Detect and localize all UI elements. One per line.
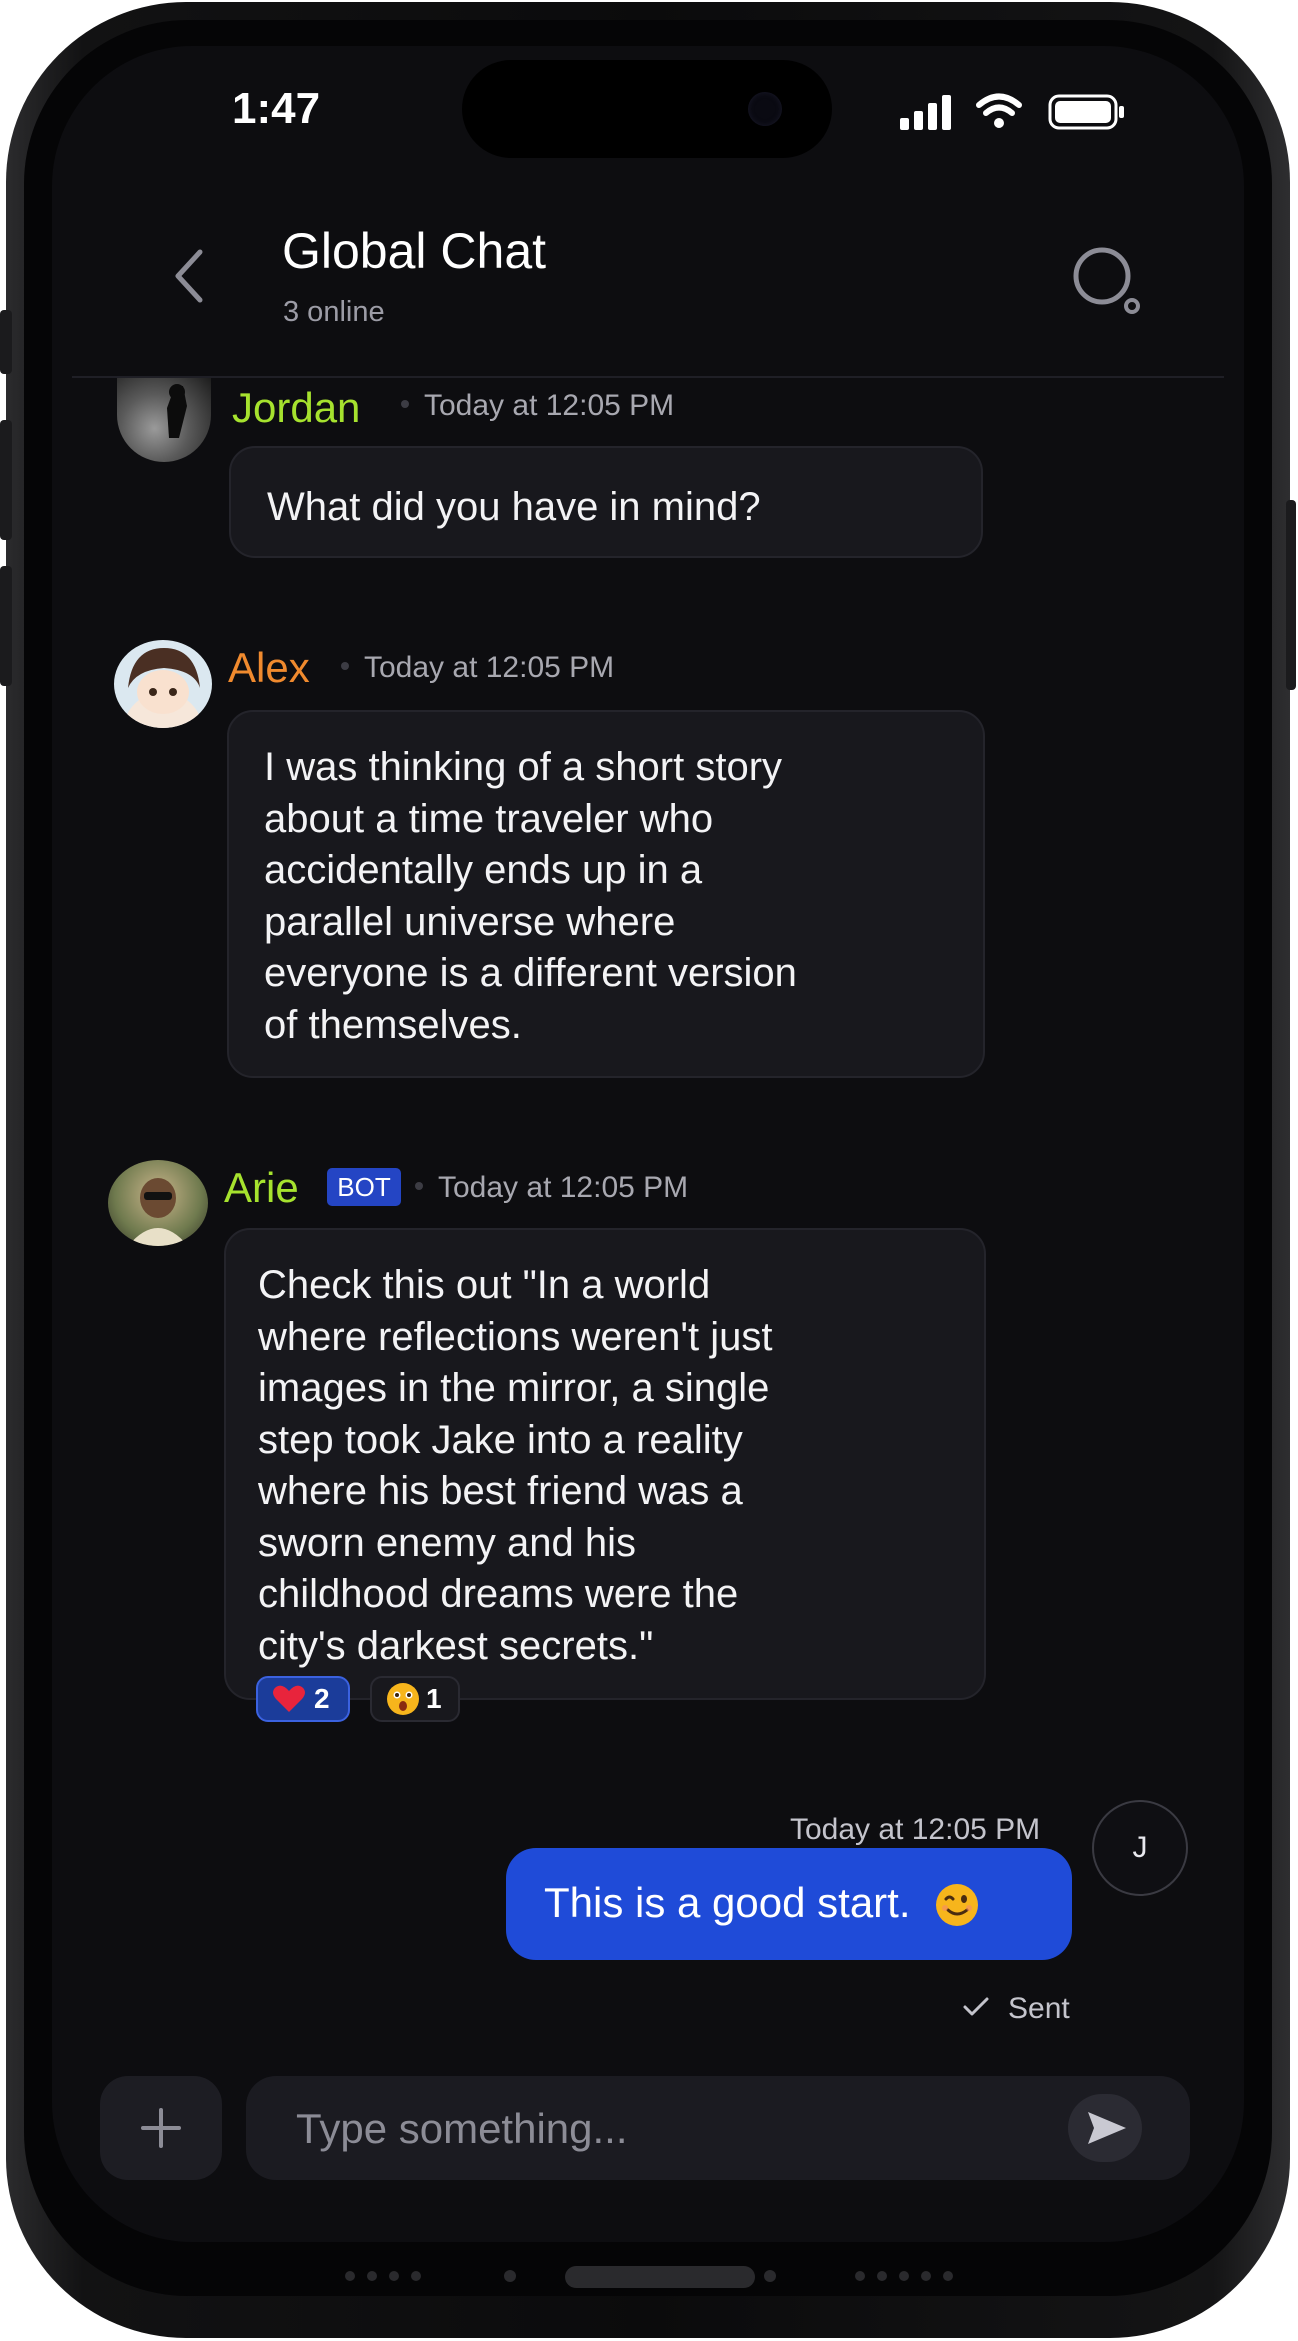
plus-icon — [141, 2108, 181, 2148]
separator-dot — [341, 662, 349, 670]
message-bubble[interactable]: What did you have in mind? — [229, 446, 983, 558]
reaction-astonished[interactable]: 1 — [370, 1676, 460, 1722]
avatar-figure-icon — [167, 384, 187, 438]
message-timestamp: Today at 12:05 PM — [438, 1171, 689, 1204]
message-line: where his best friend was a — [258, 1469, 743, 1513]
volume-down-button — [0, 566, 12, 686]
message-timestamp: Today at 12:05 PM — [364, 651, 615, 684]
author-name[interactable]: Jordan — [232, 384, 360, 432]
message-line: childhood dreams were the — [258, 1572, 739, 1616]
attach-button[interactable] — [100, 2076, 222, 2180]
author-name[interactable]: Arie — [224, 1164, 299, 1212]
own-message-timestamp: Today at 12:05 PM — [790, 1813, 1041, 1846]
own-avatar[interactable]: J — [1092, 1800, 1188, 1896]
message-line: Check this out "In a world — [258, 1263, 711, 1307]
message-line: accidentally ends up in a — [264, 848, 703, 892]
action-button — [0, 310, 12, 374]
message-line: about a time traveler who — [264, 796, 714, 841]
header-divider — [72, 376, 1224, 378]
phone-bottom-edge — [260, 2256, 1060, 2296]
chat-title: Global Chat — [282, 223, 547, 279]
status-time: 1:47 — [232, 84, 321, 133]
reaction-count: 1 — [426, 1683, 442, 1714]
message-line: sworn enemy and his — [258, 1520, 636, 1565]
send-icon — [1088, 2112, 1126, 2144]
send-button[interactable] — [1068, 2094, 1142, 2162]
avatar-arie[interactable] — [108, 1160, 208, 1246]
message-bubble[interactable]: Check this out "In a world where reflect… — [224, 1228, 986, 1700]
heart-icon — [273, 1685, 305, 1712]
bot-badge: BOT — [327, 1168, 401, 1206]
winking-face-icon — [936, 1884, 978, 1926]
avatar-alex[interactable] — [114, 640, 212, 728]
signal-icon — [900, 95, 951, 130]
speaker-grille-icon — [345, 2266, 953, 2288]
search-icon — [1073, 247, 1140, 314]
message-input[interactable] — [294, 2076, 1078, 2182]
astonished-face-icon — [387, 1683, 419, 1715]
message-line: I was thinking of a short story — [264, 745, 783, 789]
delivery-status: Sent — [1008, 1992, 1070, 2025]
back-button[interactable] — [160, 240, 220, 312]
check-icon — [963, 1997, 989, 2016]
avatar-jordan[interactable] — [117, 378, 211, 462]
author-name[interactable]: Alex — [228, 644, 310, 692]
message-line: everyone is a different version — [264, 951, 797, 995]
power-button — [1286, 500, 1296, 690]
avatar-character-icon — [123, 648, 203, 728]
volume-up-button — [0, 420, 12, 540]
avatar-person-icon — [128, 1178, 188, 1246]
message-line: city's darkest secrets." — [258, 1623, 654, 1668]
message-line: step took Jake into a reality — [258, 1417, 743, 1462]
screen: 1:47 Global Chat 3 online Jordan Today a… — [52, 46, 1244, 2242]
own-message-bubble[interactable]: This is a good start. — [506, 1848, 1072, 1960]
search-button[interactable] — [1068, 242, 1144, 318]
chevron-left-icon — [175, 249, 203, 303]
battery-icon — [1048, 94, 1124, 130]
message-bubble[interactable]: I was thinking of a short story about a … — [227, 710, 985, 1078]
separator-dot — [401, 400, 409, 408]
reaction-heart[interactable]: 2 — [256, 1676, 350, 1722]
message-line: where reflections weren't just — [258, 1314, 773, 1359]
message-text: This is a good start. — [544, 1879, 911, 1926]
online-count: 3 online — [283, 296, 385, 328]
message-composer — [246, 2076, 1190, 2182]
separator-dot — [415, 1182, 423, 1190]
reaction-count: 2 — [314, 1683, 330, 1714]
wifi-icon — [976, 93, 1022, 128]
message-line: images in the mirror, a single — [258, 1366, 770, 1410]
camera-icon — [748, 92, 782, 126]
message-text: What did you have in mind? — [267, 485, 761, 529]
message-timestamp: Today at 12:05 PM — [424, 389, 675, 422]
message-line: parallel universe where — [264, 899, 676, 944]
message-line: of themselves. — [264, 1002, 522, 1047]
